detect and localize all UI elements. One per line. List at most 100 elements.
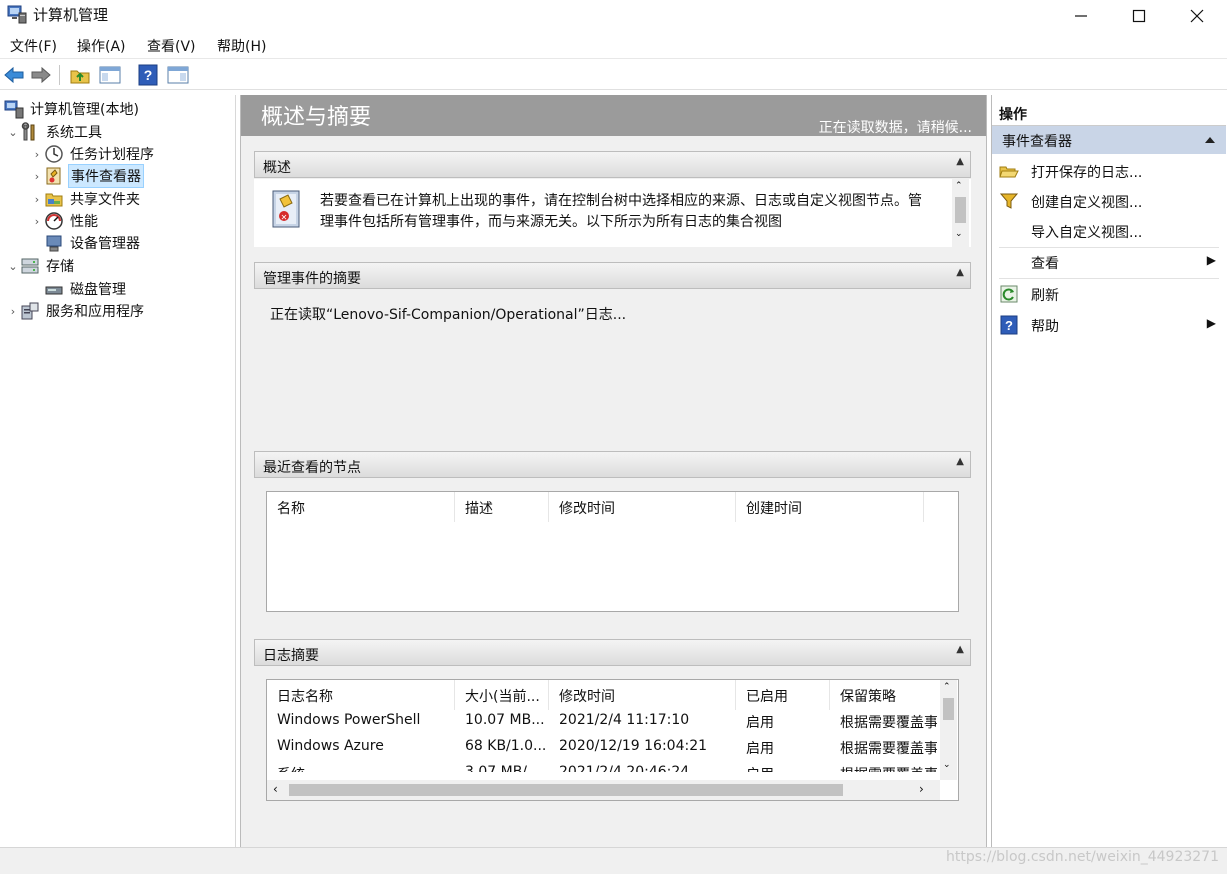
up-folder-icon[interactable] bbox=[69, 64, 91, 86]
performance-icon bbox=[45, 212, 63, 230]
tree-item-device-manager[interactable]: 设备管理器 bbox=[44, 232, 142, 254]
submenu-arrow-icon: ▶ bbox=[1206, 253, 1216, 267]
scroll-up-icon[interactable]: ⌃ bbox=[955, 181, 963, 191]
forward-arrow-icon[interactable] bbox=[30, 64, 52, 86]
expand-chevron-icon[interactable]: › bbox=[6, 305, 20, 318]
scroll-up-icon[interactable]: ⌃ bbox=[943, 682, 951, 692]
minimize-button[interactable] bbox=[1052, 0, 1110, 31]
help-icon: ? bbox=[1000, 315, 1018, 335]
action-open-saved-log[interactable]: 打开保存的日志... bbox=[992, 157, 1226, 185]
scroll-thumb[interactable] bbox=[943, 698, 954, 720]
action-help[interactable]: ? 帮助 ▶ bbox=[992, 311, 1226, 339]
section-title: 概述 bbox=[263, 160, 291, 176]
show-hide-action-pane-icon[interactable] bbox=[167, 64, 189, 86]
scroll-thumb[interactable] bbox=[289, 784, 843, 796]
horizontal-scrollbar[interactable]: ‹ › bbox=[267, 780, 940, 800]
column-header-size[interactable]: 大小(当前... bbox=[455, 680, 549, 710]
overview-description: 若要查看已在计算机上出现的事件，请在控制台树中选择相应的来源、日志或自定义视图节… bbox=[320, 193, 922, 230]
cell-retention: 根据需要覆盖事 bbox=[840, 764, 937, 772]
action-label: 打开保存的日志... bbox=[1031, 165, 1143, 181]
column-header-name[interactable]: 名称 bbox=[267, 492, 455, 522]
svg-text:?: ? bbox=[144, 67, 153, 83]
minimize-icon bbox=[1075, 14, 1087, 17]
scroll-left-icon[interactable]: ‹ bbox=[273, 782, 278, 796]
scroll-right-icon[interactable]: › bbox=[919, 782, 924, 796]
computer-management-icon bbox=[4, 100, 24, 119]
tree-item-shared-folders[interactable]: › 共享文件夹 bbox=[30, 188, 142, 210]
action-label: 帮助 bbox=[1031, 319, 1059, 335]
collapse-triangle-icon[interactable]: ▲ bbox=[956, 456, 964, 467]
submenu-arrow-icon: ▶ bbox=[1206, 316, 1216, 330]
maximize-button[interactable] bbox=[1110, 0, 1168, 31]
scroll-down-icon[interactable]: ⌄ bbox=[943, 760, 951, 770]
vertical-scrollbar[interactable]: ⌃ ⌄ bbox=[952, 179, 969, 247]
expand-chevron-icon[interactable]: › bbox=[30, 193, 44, 206]
scroll-thumb[interactable] bbox=[955, 197, 966, 223]
section-overview-header[interactable]: 概述 ▲ bbox=[254, 151, 971, 178]
expand-chevron-icon[interactable]: ⌄ bbox=[6, 126, 20, 139]
tree-label: 任务计划程序 bbox=[70, 147, 154, 163]
expand-chevron-icon[interactable]: › bbox=[30, 215, 44, 228]
title-bar: 计算机管理 bbox=[0, 0, 1227, 31]
menu-view[interactable]: 查看(V) bbox=[147, 36, 196, 56]
tree-item-task-scheduler[interactable]: › 任务计划程序 bbox=[30, 143, 156, 165]
action-label: 刷新 bbox=[1031, 288, 1059, 304]
services-icon bbox=[21, 302, 39, 320]
close-button[interactable] bbox=[1168, 0, 1226, 31]
column-header-created[interactable]: 创建时间 bbox=[736, 492, 924, 522]
column-header-log-name[interactable]: 日志名称 bbox=[267, 680, 455, 710]
storage-icon bbox=[21, 258, 39, 274]
column-header-modified[interactable]: 修改时间 bbox=[549, 492, 736, 522]
action-import-custom-view[interactable]: 导入自定义视图... bbox=[992, 217, 1226, 245]
cell-size: 10.07 MB... bbox=[465, 712, 545, 728]
vertical-scrollbar[interactable]: ⌃ ⌄ bbox=[940, 680, 957, 780]
tree-label: 性能 bbox=[70, 214, 98, 230]
expand-chevron-icon[interactable]: › bbox=[30, 170, 44, 183]
table-row[interactable]: 系统 3.07 MB/... 2021/2/4 20:46:24 启用 根据需要… bbox=[267, 760, 940, 772]
action-refresh[interactable]: 刷新 bbox=[992, 280, 1226, 308]
scroll-down-icon[interactable]: ⌄ bbox=[955, 229, 963, 239]
console-tree: 计算机管理(本地) ⌄ 系统工具 › 任务计划程序 › 事件查看器 › 共享文件… bbox=[0, 95, 236, 847]
event-log-icon: ✕ bbox=[272, 190, 300, 228]
tree-item-event-viewer[interactable]: › 事件查看器 bbox=[30, 164, 144, 188]
tree-label: 系统工具 bbox=[46, 125, 102, 141]
action-separator bbox=[999, 278, 1219, 279]
section-log-summary-body: 日志名称 大小(当前... 修改时间 已启用 保留策略 Windows Powe… bbox=[254, 667, 971, 817]
section-overview-body: ✕ 若要查看已在计算机上出现的事件，请在控制台树中选择相应的来源、日志或自定义视… bbox=[254, 179, 971, 247]
help-icon[interactable]: ? bbox=[137, 64, 159, 86]
tree-item-storage[interactable]: ⌄ 存储 bbox=[6, 255, 76, 277]
recent-nodes-table: 名称 描述 修改时间 创建时间 bbox=[266, 491, 959, 612]
collapse-triangle-icon[interactable] bbox=[1204, 136, 1216, 144]
close-icon bbox=[1190, 9, 1204, 22]
refresh-icon bbox=[1000, 285, 1018, 303]
collapse-triangle-icon[interactable]: ▲ bbox=[956, 644, 964, 655]
menu-help[interactable]: 帮助(H) bbox=[217, 36, 266, 56]
action-create-custom-view[interactable]: 创建自定义视图... bbox=[992, 187, 1226, 215]
tree-item-services-applications[interactable]: › 服务和应用程序 bbox=[6, 300, 146, 322]
column-header-retention[interactable]: 保留策略 bbox=[830, 680, 940, 710]
tree-item-performance[interactable]: › 性能 bbox=[30, 210, 100, 232]
collapse-triangle-icon[interactable]: ▲ bbox=[956, 156, 964, 167]
section-log-summary-header[interactable]: 日志摘要 ▲ bbox=[254, 639, 971, 666]
column-header-enabled[interactable]: 已启用 bbox=[736, 680, 830, 710]
section-admin-summary-header[interactable]: 管理事件的摘要 ▲ bbox=[254, 262, 971, 289]
expand-chevron-icon[interactable]: › bbox=[30, 148, 44, 161]
expand-chevron-icon[interactable]: ⌄ bbox=[6, 260, 20, 273]
column-header-description[interactable]: 描述 bbox=[455, 492, 549, 522]
tree-item-computer-management[interactable]: 计算机管理(本地) bbox=[4, 98, 141, 120]
cell-size: 3.07 MB/... bbox=[465, 764, 541, 772]
tree-item-disk-management[interactable]: 磁盘管理 bbox=[44, 278, 128, 300]
action-view[interactable]: 查看 ▶ bbox=[992, 248, 1226, 276]
menu-file[interactable]: 文件(F) bbox=[10, 36, 57, 56]
tree-item-system-tools[interactable]: ⌄ 系统工具 bbox=[6, 121, 104, 143]
collapse-triangle-icon[interactable]: ▲ bbox=[956, 267, 964, 278]
section-title: 日志摘要 bbox=[263, 648, 319, 664]
actions-subheader-event-viewer[interactable]: 事件查看器 bbox=[992, 126, 1226, 154]
log-summary-table: 日志名称 大小(当前... 修改时间 已启用 保留策略 Windows Powe… bbox=[266, 679, 959, 801]
menu-action[interactable]: 操作(A) bbox=[77, 36, 126, 56]
back-arrow-icon[interactable] bbox=[3, 64, 25, 86]
section-recent-nodes-header[interactable]: 最近查看的节点 ▲ bbox=[254, 451, 971, 478]
show-hide-console-tree-icon[interactable] bbox=[99, 64, 121, 86]
tree-label: 共享文件夹 bbox=[70, 192, 140, 208]
column-header-modified[interactable]: 修改时间 bbox=[549, 680, 736, 710]
